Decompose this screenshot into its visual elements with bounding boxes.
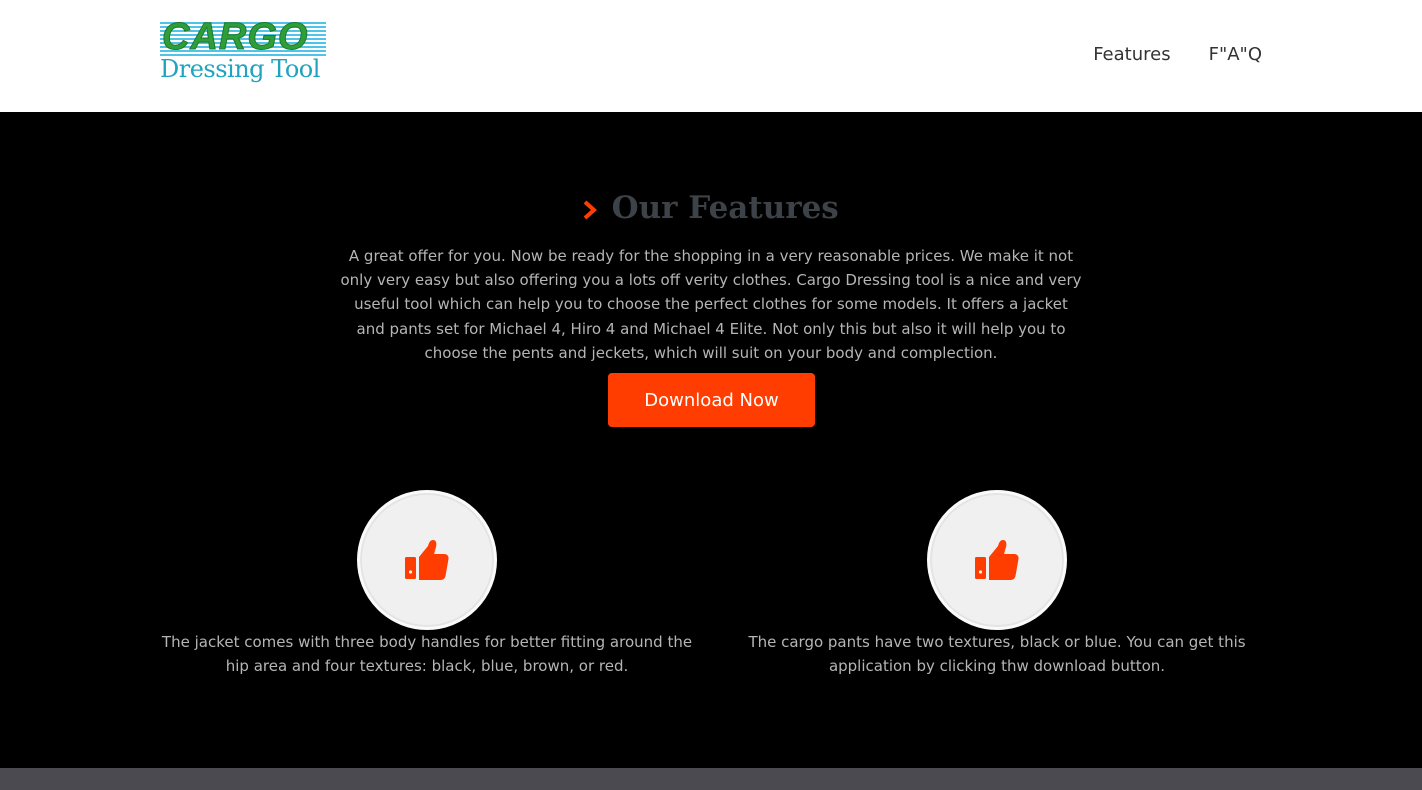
download-now-button[interactable]: Download Now xyxy=(608,373,815,427)
feature-text: The cargo pants have two textures, black… xyxy=(748,633,1246,676)
site-logo[interactable]: CARGO Dressing Tool xyxy=(158,16,330,88)
main-nav: Features F"A"Q xyxy=(1093,43,1262,67)
nav-link-features[interactable]: Features xyxy=(1093,43,1170,67)
thumbs-up-icon xyxy=(405,540,449,580)
nav-link-faq[interactable]: F"A"Q xyxy=(1209,43,1262,67)
feature-item-jacket: The jacket comes with three body handles… xyxy=(147,490,707,678)
section-title: Our Features xyxy=(0,188,1422,230)
thumbs-up-icon xyxy=(975,540,1019,580)
feature-item-pants: The cargo pants have two textures, black… xyxy=(717,490,1277,678)
logo-subtitle: Dressing Tool xyxy=(160,55,320,83)
features-intro: A great offer for you. Now be ready for … xyxy=(340,247,1082,362)
feature-text: The jacket comes with three body handles… xyxy=(161,633,693,676)
footer-bar xyxy=(0,768,1422,790)
section-title-text: Our Features xyxy=(611,190,839,226)
feature-icon-circle xyxy=(357,490,497,630)
site-header: CARGO Dressing Tool Features F"A"Q xyxy=(0,0,1422,112)
feature-icon-circle xyxy=(927,490,1067,630)
chevron-right-icon xyxy=(583,193,605,222)
logo-cargo-text: CARGO xyxy=(162,16,309,58)
